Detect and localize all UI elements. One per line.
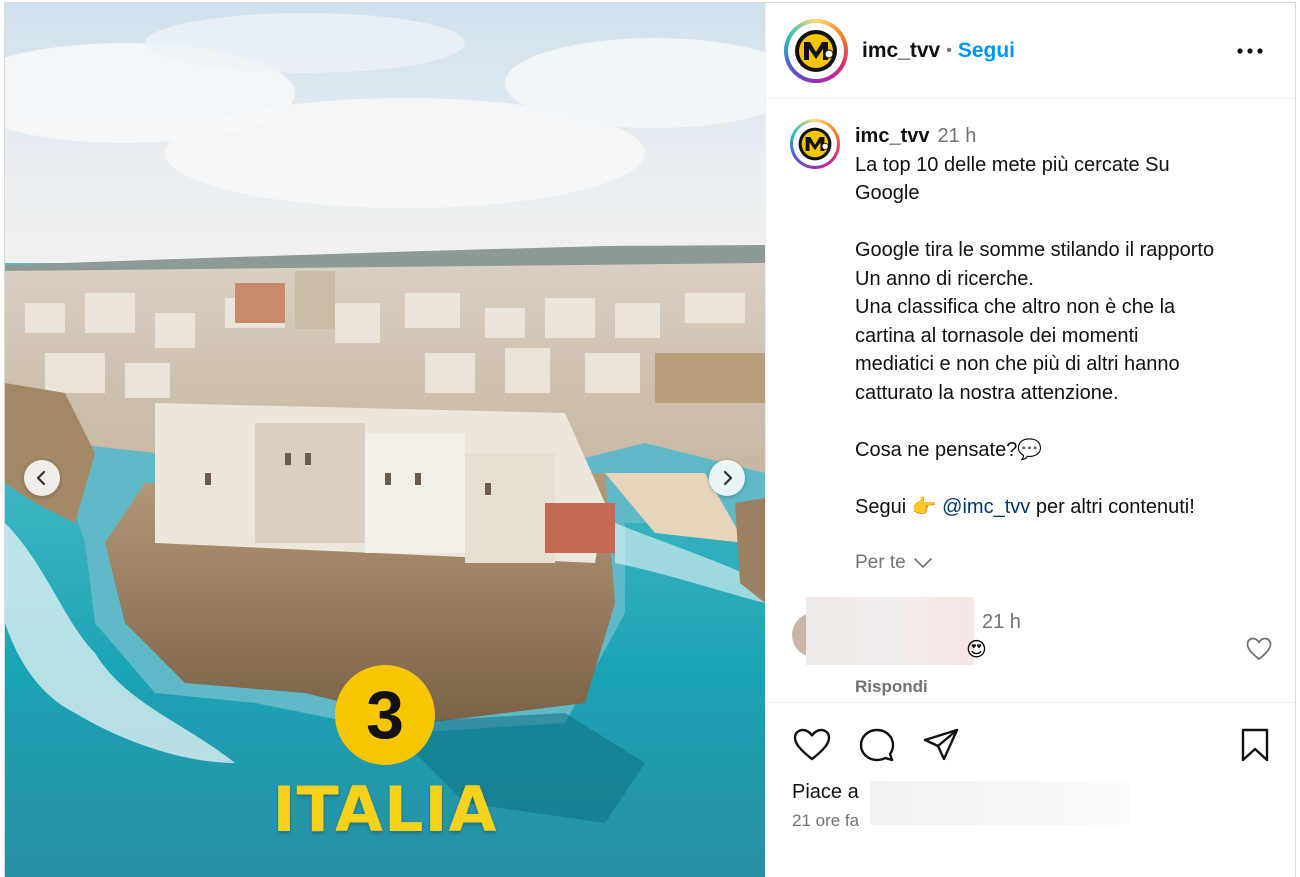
comment-like-button[interactable] (1246, 637, 1274, 665)
post-timestamp[interactable]: 21 ore fa (792, 811, 859, 831)
caption-line: Google (855, 182, 920, 204)
share-button[interactable] (921, 725, 961, 765)
heart-icon (1246, 637, 1272, 661)
rank-badge: 3 (335, 665, 435, 765)
blurred-likes-names (870, 781, 1130, 825)
caption-line: Cosa ne pensate?💬 (855, 438, 1043, 461)
paper-plane-icon (923, 728, 959, 761)
account-avatar[interactable] (784, 18, 848, 83)
blurred-comment-content (806, 597, 974, 665)
caption-text: imc_tvv 21 h La top 10 delle mete più cer… (855, 122, 1275, 521)
caption-line: La top 10 delle mete più cercate Su (855, 153, 1170, 176)
caption-line: cartina al tornasole dei momenti (855, 324, 1139, 347)
likes-label: Piace a (792, 781, 859, 803)
country-label: ITALIA (272, 773, 498, 846)
post-side-panel: imc_tvv • Segui imc_tvv 21 h La top 10 d… (765, 3, 1295, 877)
imc-logo-icon (798, 127, 832, 161)
chevron-right-icon (723, 470, 733, 486)
more-options-button[interactable] (1232, 33, 1268, 69)
translation-toggle[interactable]: Per te (855, 552, 932, 574)
translation-label: Per te (855, 552, 906, 573)
caption-line: Una classifica che altro non è che la (855, 296, 1176, 318)
caption-line: mediatici e non che più di altri hanno (855, 353, 1180, 375)
save-button[interactable] (1235, 725, 1275, 765)
caption-follow-line: Segui 👉 @imc_tvv per altri contenuti! (855, 493, 1275, 522)
chevron-down-icon (913, 558, 932, 568)
follow-button[interactable]: Segui (958, 39, 1015, 63)
post-actions: Piace a 21 ore fa (766, 702, 1295, 877)
comment-emoji: 😍 (966, 639, 987, 661)
header-separator: • (946, 41, 952, 59)
like-button[interactable] (792, 725, 832, 765)
caption-area: imc_tvv 21 h La top 10 delle mete più cer… (766, 100, 1295, 702)
caption-follow-suffix: per altri contenuti! (1030, 495, 1195, 518)
more-horizontal-icon (1237, 48, 1263, 54)
reply-button[interactable]: Rispondi (855, 677, 928, 697)
header-username[interactable]: imc_tvv (862, 39, 940, 63)
caption-line: Un anno di ricerche. (855, 267, 1034, 290)
mention-link[interactable]: @imc_tvv (942, 496, 1030, 518)
comment-time[interactable]: 21 h (982, 611, 1021, 634)
comment-button[interactable] (857, 725, 897, 765)
caption-username[interactable]: imc_tvv (855, 125, 930, 147)
caption-avatar[interactable] (790, 119, 840, 169)
caption-line: catturato la nostra attenzione. (855, 381, 1119, 404)
caption-line: Google tira le somme stilando il rapport… (855, 239, 1215, 261)
comment-item: 21 h 😍 Rispondi (766, 597, 1295, 702)
post-frame: 3 ITALIA imc_tvv • Segui imc_tvv 21 h La… (4, 2, 1296, 877)
imc-logo-icon (795, 29, 837, 72)
post-header: imc_tvv • Segui (766, 3, 1295, 99)
carousel-prev-button[interactable] (24, 460, 60, 496)
carousel-next-button[interactable] (709, 460, 745, 496)
bookmark-icon (1241, 728, 1269, 762)
chevron-left-icon (36, 470, 46, 486)
comment-bubble-icon (859, 728, 895, 762)
caption-follow-prefix: Segui 👉 (855, 495, 943, 518)
heart-icon (793, 728, 831, 761)
post-image[interactable]: 3 ITALIA (5, 3, 765, 877)
caption-time[interactable]: 21 h (938, 125, 977, 147)
